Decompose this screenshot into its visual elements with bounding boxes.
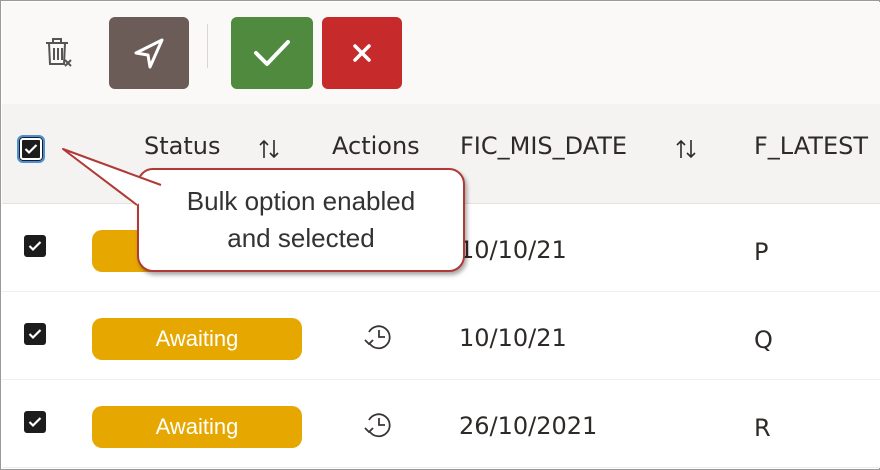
trash-icon <box>46 38 72 67</box>
check-icon <box>28 417 42 428</box>
table-row: Awaiting 10/10/21 Q <box>2 292 880 380</box>
status-badge: Awaiting <box>92 406 302 448</box>
send-button[interactable] <box>109 17 189 89</box>
column-header-status[interactable]: Status <box>144 132 220 160</box>
x-icon <box>353 44 371 62</box>
paper-plane-icon <box>134 38 164 69</box>
history-icon[interactable] <box>362 320 396 354</box>
callout-line-2: and selected <box>227 223 375 253</box>
callout-annotation: Bulk option enabled and selected <box>137 168 465 272</box>
toolbar-divider <box>207 24 208 68</box>
row-checkbox[interactable] <box>24 235 46 257</box>
check-icon <box>24 144 38 155</box>
sort-icon[interactable] <box>258 138 280 160</box>
history-icon[interactable] <box>362 408 396 442</box>
column-header-f-latest[interactable]: F_LATEST <box>754 132 868 160</box>
check-icon <box>28 241 42 252</box>
screenshot-frame: Status Actions FIC_MIS_DATE F_LATEST Awa… <box>0 0 880 470</box>
table-row: Awaiting 26/10/2021 R <box>2 380 880 468</box>
row-checkbox[interactable] <box>24 323 46 345</box>
approve-button[interactable] <box>231 17 313 89</box>
f-latest-cell: R <box>754 414 771 442</box>
column-header-fic-mis-date[interactable]: FIC_MIS_DATE <box>460 132 627 160</box>
row-checkbox[interactable] <box>24 411 46 433</box>
delete-button[interactable] <box>38 32 78 72</box>
select-all-checkbox[interactable] <box>17 135 45 163</box>
fic-mis-date-cell: 10/10/21 <box>459 236 567 264</box>
toolbar <box>2 2 880 104</box>
column-header-actions: Actions <box>332 132 420 160</box>
reject-button[interactable] <box>322 17 402 89</box>
checkmark-icon <box>254 40 290 66</box>
callout-line-1: Bulk option enabled <box>186 186 416 216</box>
fic-mis-date-cell: 26/10/2021 <box>459 412 598 440</box>
fic-mis-date-cell: 10/10/21 <box>459 324 567 352</box>
status-badge: Awaiting <box>92 318 302 360</box>
check-icon <box>28 329 42 340</box>
f-latest-cell: P <box>754 238 769 266</box>
sort-icon[interactable] <box>675 138 697 160</box>
f-latest-cell: Q <box>754 326 773 354</box>
